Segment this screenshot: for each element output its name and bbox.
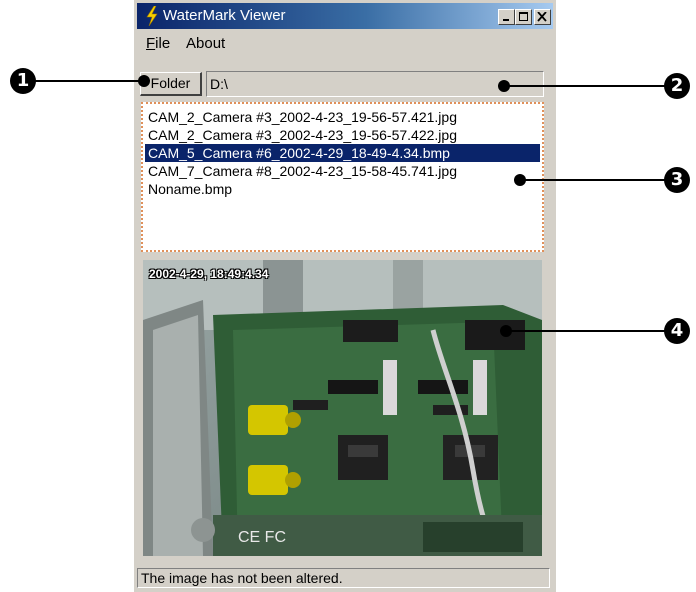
callout-2-line [504,85,666,87]
menu-bar: File About [137,30,553,56]
menu-file[interactable]: File [146,35,170,52]
camera-image: CE FC [143,260,542,556]
file-list[interactable]: CAM_2_Camera #3_2002-4-23_19-56-57.421.j… [141,102,544,252]
file-list-item[interactable]: CAM_2_Camera #3_2002-4-23_19-56-57.422.j… [145,126,540,144]
callout-4-line [506,330,666,332]
callout-4-dot [500,325,512,337]
file-list-item[interactable]: CAM_5_Camera #6_2002-4-29_18-49-4.34.bmp [145,144,540,162]
callout-3-line [520,179,666,181]
callout-1-line [34,80,142,82]
path-field[interactable]: D:\ [206,71,544,97]
callout-1-badge: 1 [10,68,36,94]
image-timestamp: 2002-4-29, 18:49:4.34 [149,267,269,281]
maximize-icon [519,12,528,21]
callout-3-dot [514,174,526,186]
app-window: WaterMark Viewer File About Folder D:\ C… [134,0,556,592]
minimize-button[interactable] [498,9,515,25]
svg-text:CE FC: CE FC [238,529,286,546]
callout-3-badge: 3 [664,167,690,193]
window-title: WaterMark Viewer [163,7,286,24]
status-bar: The image has not been altered. [137,568,550,588]
minimize-icon [503,19,509,21]
folder-button[interactable]: Folder [140,72,202,96]
callout-2-dot [498,80,510,92]
callout-1-dot [138,75,150,87]
file-list-item[interactable]: CAM_7_Camera #8_2002-4-23_15-58-45.741.j… [145,162,540,180]
maximize-button[interactable] [515,9,532,25]
close-button[interactable] [534,9,551,25]
image-preview: CE FC 2002-4-29, 18:49:4.34 [141,258,544,558]
file-list-item[interactable]: Noname.bmp [145,180,540,198]
lightning-icon [146,6,158,26]
close-icon [537,12,547,22]
menu-about[interactable]: About [186,35,225,52]
file-list-item[interactable]: CAM_2_Camera #3_2002-4-23_19-56-57.421.j… [145,108,540,126]
callout-4-badge: 4 [664,318,690,344]
title-bar[interactable]: WaterMark Viewer [137,3,553,29]
callout-2-badge: 2 [664,73,690,99]
